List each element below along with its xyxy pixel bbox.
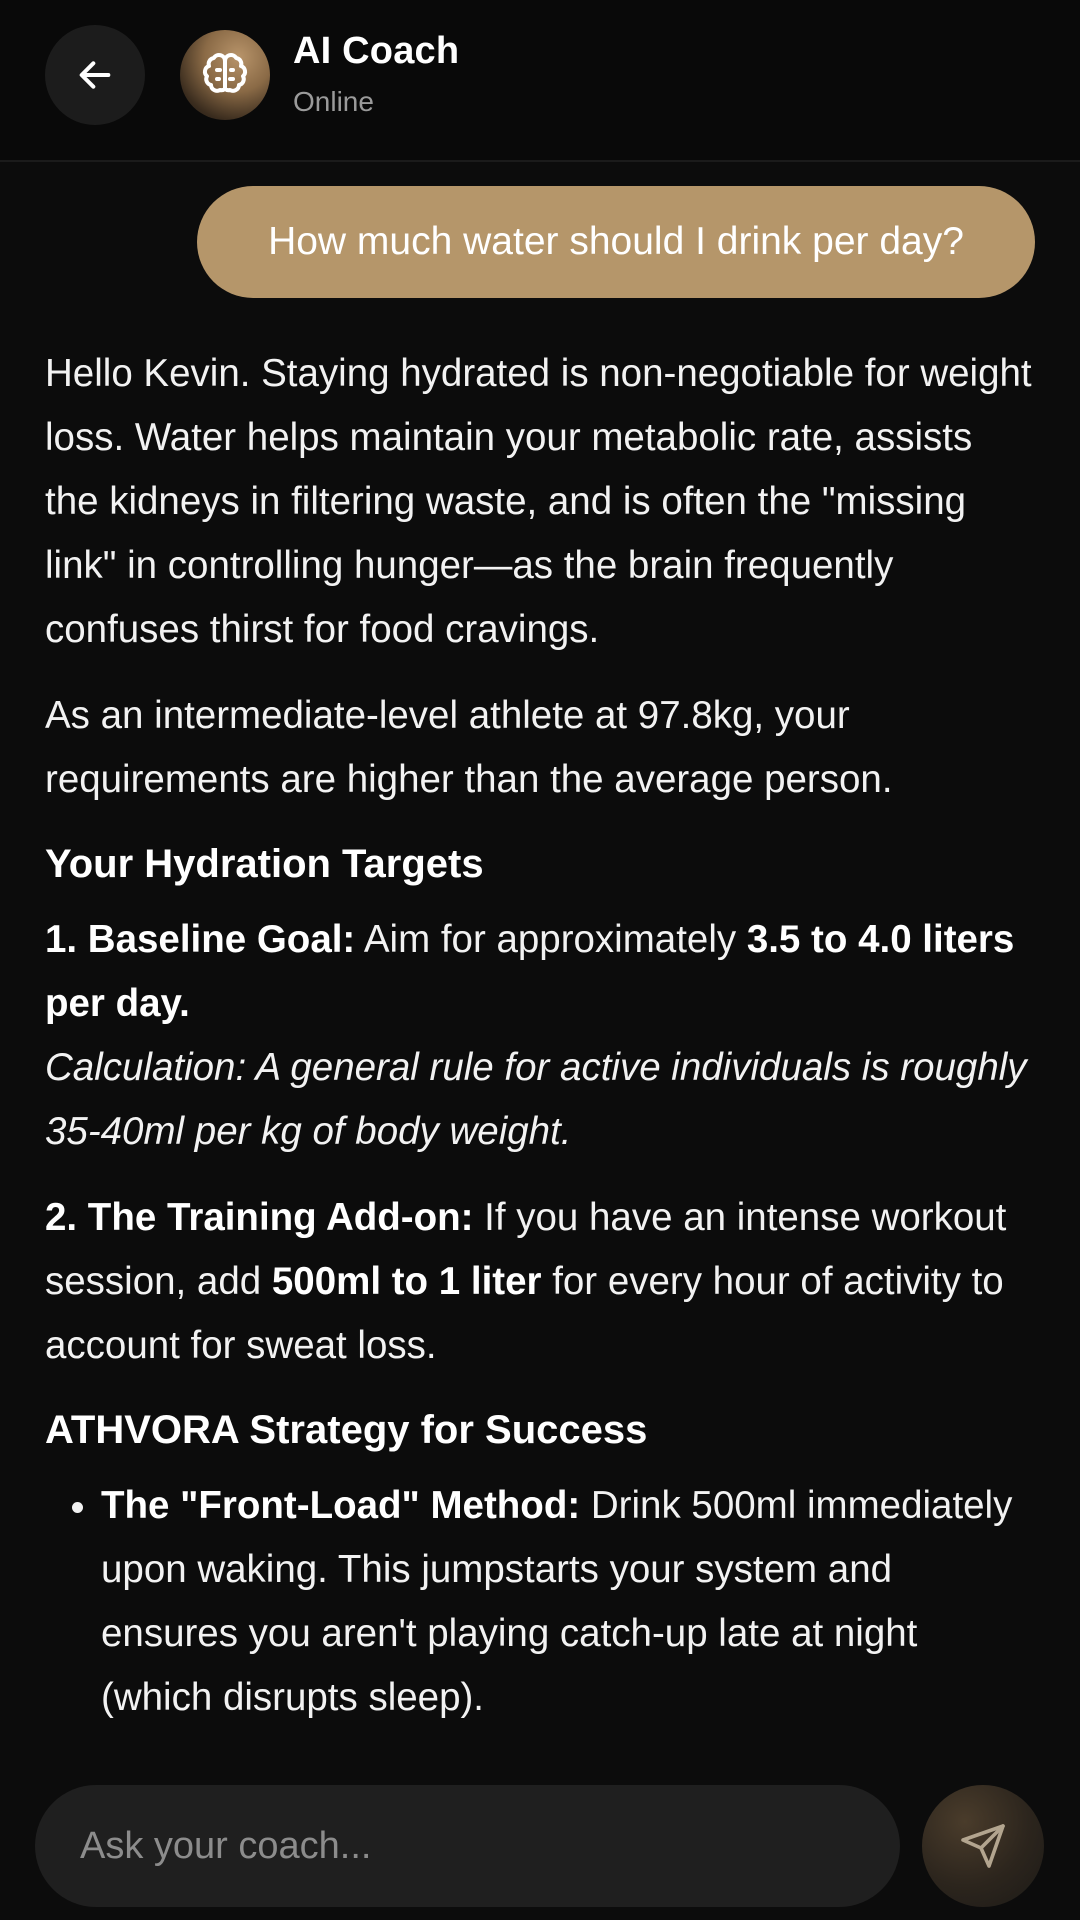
chat-title: AI Coach — [293, 30, 460, 72]
user-message-bubble: How much water should I drink per day? — [197, 186, 1035, 298]
section-heading-hydration-targets: Your Hydration Targets — [45, 842, 484, 886]
section-heading-strategy: ATHVORA Strategy for Success — [45, 1408, 648, 1452]
baseline-goal-text: Aim for approximately — [355, 918, 747, 961]
reply-intro: Hello Kevin. Staying hydrated is non-neg… — [45, 352, 1032, 651]
header: AI Coach Online — [0, 0, 1080, 162]
baseline-goal-item: 1. Baseline Goal: Aim for approximately … — [45, 908, 1035, 1036]
message-input-placeholder: Ask your coach... — [80, 1824, 372, 1867]
user-message-text: How much water should I drink per day? — [268, 220, 964, 263]
message-input[interactable]: Ask your coach... — [35, 1785, 900, 1907]
list-item: The "Front-Load" Method: Drink 500ml imm… — [101, 1474, 1035, 1730]
training-addon-item: 2. The Training Add-on: If you have an i… — [45, 1186, 1035, 1378]
front-load-label: The "Front-Load" Method: — [101, 1484, 581, 1527]
brain-icon — [202, 53, 248, 93]
training-addon-amount: 500ml to 1 liter — [271, 1260, 542, 1303]
arrow-left-icon — [79, 61, 111, 89]
send-button[interactable] — [922, 1785, 1044, 1907]
baseline-calculation: Calculation: A general rule for active i… — [45, 1036, 1035, 1164]
send-icon — [961, 1824, 1005, 1868]
baseline-goal-label: 1. Baseline Goal: — [45, 918, 356, 961]
calculation-text: Calculation: A general rule for active i… — [45, 1046, 1027, 1153]
coach-reply: Hello Kevin. Staying hydrated is non-neg… — [45, 342, 1035, 1730]
back-button[interactable] — [45, 25, 145, 125]
coach-avatar — [180, 30, 270, 120]
reply-context: As an intermediate-level athlete at 97.8… — [45, 694, 893, 801]
strategy-list: The "Front-Load" Method: Drink 500ml imm… — [45, 1474, 1035, 1730]
online-status: Online — [293, 86, 374, 117]
training-addon-label: 2. The Training Add-on: — [45, 1196, 474, 1239]
chat-screen: AI Coach Online How much water should I … — [0, 0, 1080, 1920]
